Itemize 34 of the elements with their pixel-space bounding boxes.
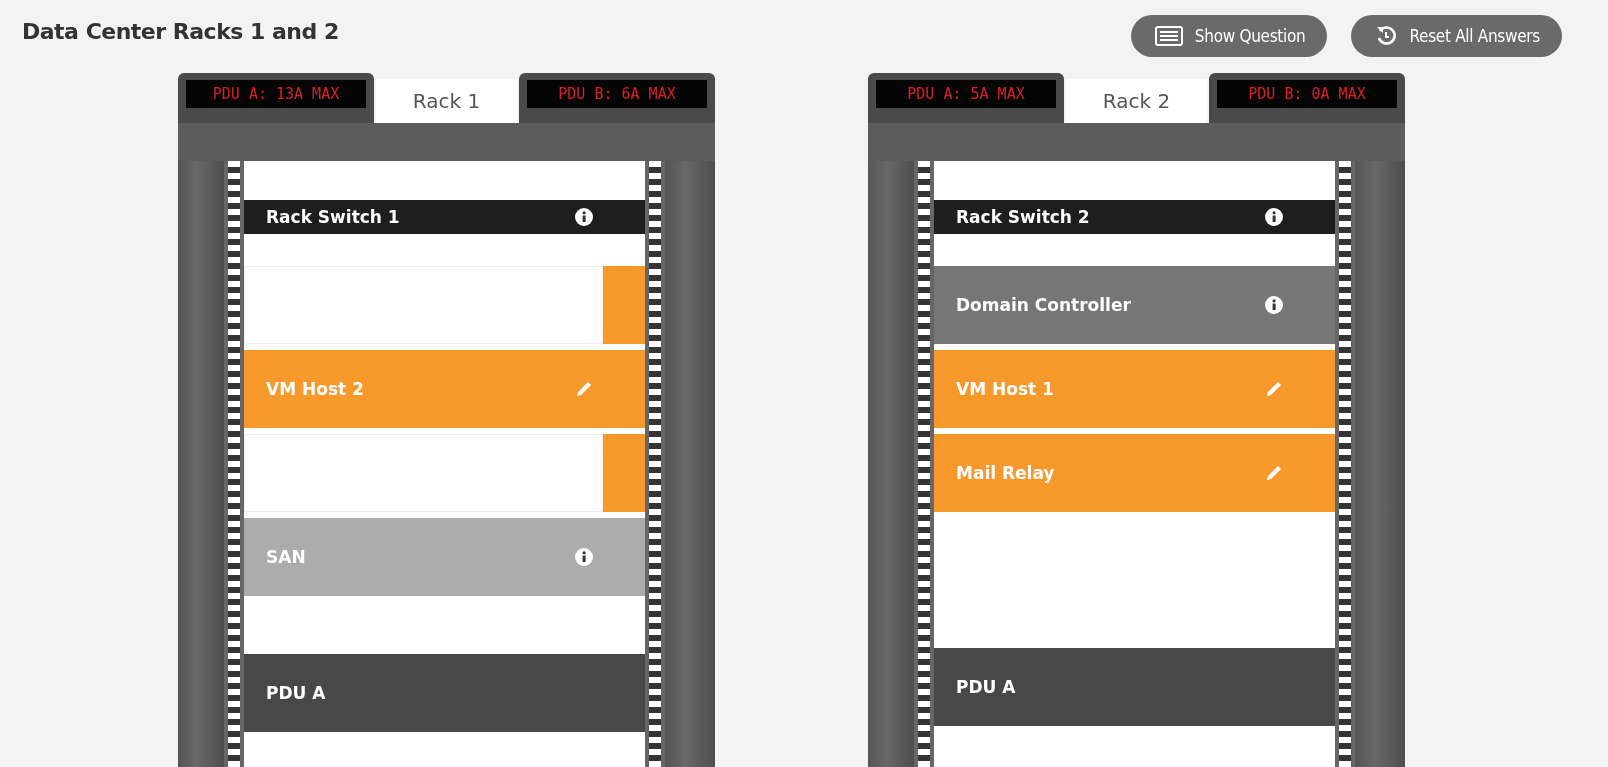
pdu-display: PDU A: 13A MAX xyxy=(186,80,366,108)
empty-slot[interactable] xyxy=(244,263,645,347)
pencil-icon[interactable] xyxy=(1265,464,1283,482)
device-label: VM Host 1 xyxy=(956,379,1054,399)
list-icon xyxy=(1154,26,1183,46)
rack-device[interactable]: Rack Switch 1 xyxy=(244,197,645,237)
device-label: VM Host 2 xyxy=(266,379,364,399)
empty-slot[interactable] xyxy=(244,431,645,515)
pdu-display: PDU B: 6A MAX xyxy=(527,80,707,108)
device-label: Domain Controller xyxy=(956,295,1131,315)
device-label: Mail Relay xyxy=(956,463,1055,483)
drag-handle[interactable] xyxy=(603,266,645,344)
pencil-icon[interactable] xyxy=(575,380,593,398)
info-icon[interactable] xyxy=(575,548,593,566)
reset-icon xyxy=(1375,25,1398,47)
info-icon[interactable] xyxy=(1265,296,1283,314)
reset-button[interactable]: Reset All Answers xyxy=(1351,15,1562,57)
page-title: Data Center Racks 1 and 2 xyxy=(22,19,339,44)
device-label: PDU A xyxy=(956,677,1016,697)
show-question-button[interactable]: Show Question xyxy=(1130,15,1328,57)
info-icon[interactable] xyxy=(575,208,593,226)
device-label: PDU A xyxy=(266,683,326,703)
rack-device[interactable]: Domain Controller xyxy=(934,263,1335,347)
device-label: SAN xyxy=(266,547,306,567)
pdu-display: PDU B: 0A MAX xyxy=(1217,80,1397,108)
info-icon[interactable] xyxy=(1265,208,1283,226)
device-label: Rack Switch 1 xyxy=(266,207,400,227)
rack-device[interactable]: Rack Switch 2 xyxy=(934,197,1335,237)
device-label: Rack Switch 2 xyxy=(956,207,1090,227)
pdu-display: PDU A: 5A MAX xyxy=(876,80,1056,108)
pencil-icon[interactable] xyxy=(1265,380,1283,398)
drag-handle[interactable] xyxy=(603,434,645,512)
rack-device[interactable]: PDU A xyxy=(244,651,645,735)
rack-device[interactable]: PDU A xyxy=(934,645,1335,729)
